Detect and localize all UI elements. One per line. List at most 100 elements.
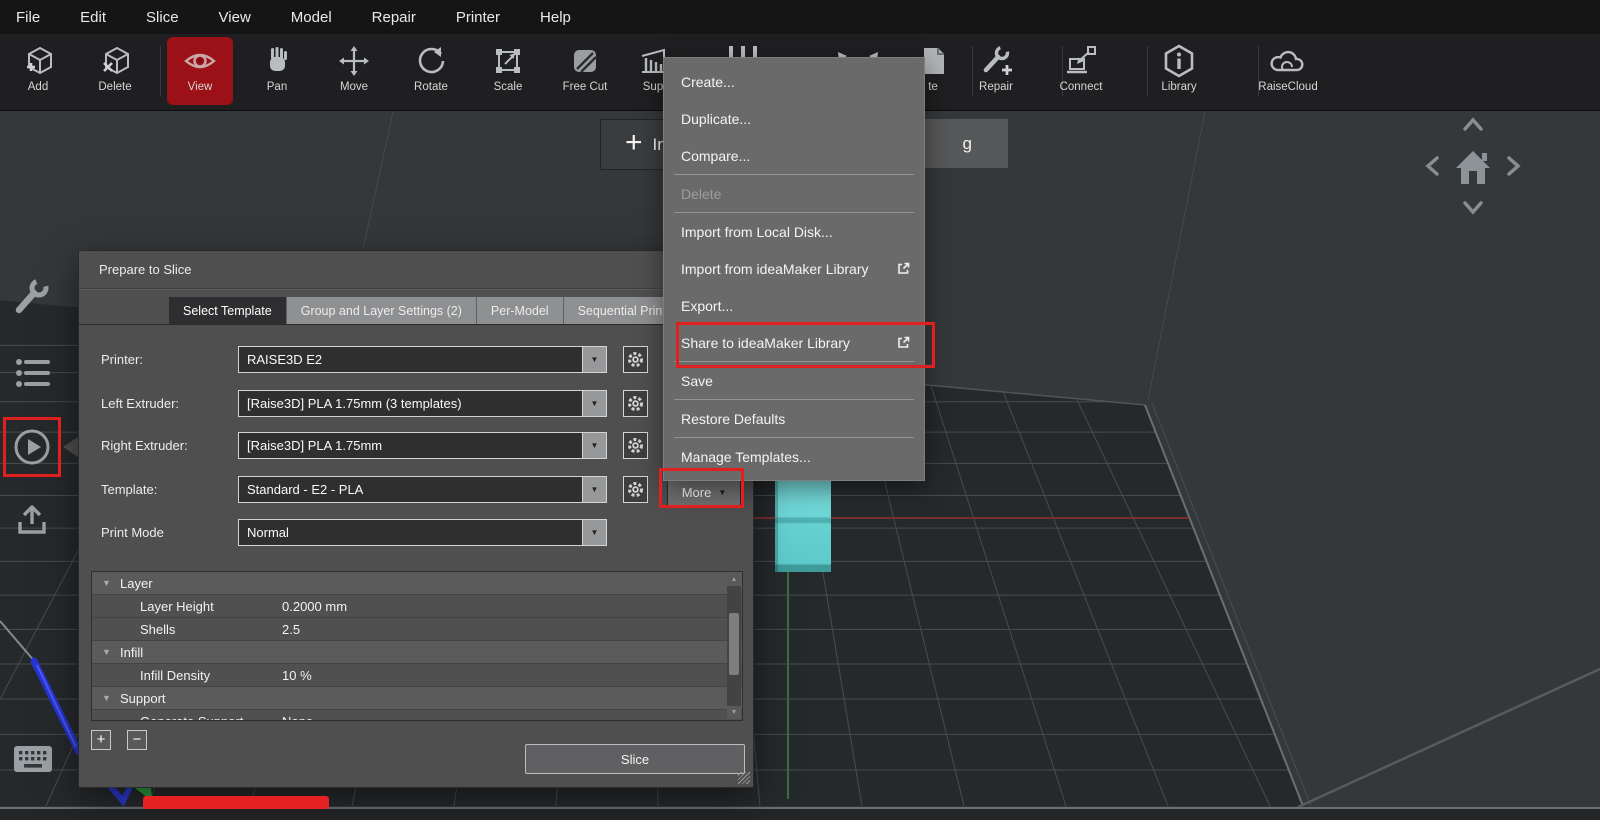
gear-icon: [628, 396, 643, 411]
menu-model[interactable]: Model: [291, 9, 332, 26]
scale-icon: [496, 49, 520, 73]
toolbar-repair-button[interactable]: Repair: [963, 37, 1029, 105]
view-navigation-pad: [1418, 112, 1528, 222]
external-link-icon: [898, 262, 910, 274]
settings-group-layer[interactable]: ▼ Layer: [92, 572, 742, 595]
printer-row: Printer: RAISE3D E2 ▼: [79, 346, 753, 373]
gear-icon: [628, 438, 643, 453]
menu-printer[interactable]: Printer: [456, 9, 500, 26]
menu-item-delete: Delete: [681, 185, 722, 202]
menu-item-create[interactable]: Create...: [664, 63, 924, 100]
toolbar-add-button[interactable]: Add: [5, 37, 71, 105]
chevron-up-icon[interactable]: [1462, 116, 1484, 132]
right-extruder-select[interactable]: [Raise3D] PLA 1.75mm ▼: [238, 432, 607, 459]
menu-item-import-ideamaker-library[interactable]: Import from ideaMaker Library: [664, 250, 924, 287]
menu-view[interactable]: View: [219, 9, 251, 26]
prepare-to-slice-dialog: Prepare to Slice Select Template Group a…: [78, 250, 754, 788]
collapse-triangle-icon[interactable]: ▼: [102, 647, 116, 657]
scroll-up-icon[interactable]: ▲: [727, 573, 741, 586]
tab-group-layer-settings[interactable]: Group and Layer Settings (2): [286, 297, 477, 324]
dropdown-arrow-icon[interactable]: ▼: [582, 520, 606, 545]
hand-icon: [270, 47, 287, 71]
toolbar-free-cut-button[interactable]: Free Cut: [549, 37, 621, 105]
plus-icon: +: [625, 126, 643, 159]
object-list-icon[interactable]: [12, 353, 52, 393]
tab-select-template[interactable]: Select Template: [169, 297, 287, 324]
menu-item-import-local-disk[interactable]: Import from Local Disk...: [664, 213, 924, 250]
gear-icon: [628, 482, 643, 497]
tab-per-model[interactable]: Per-Model: [476, 297, 564, 324]
settings-wrench-icon[interactable]: [12, 278, 52, 318]
left-extruder-gear-button[interactable]: [623, 390, 648, 417]
slice-button[interactable]: Slice: [525, 744, 745, 774]
template-select[interactable]: Standard - E2 - PLA ▼: [238, 476, 607, 503]
annotation-box-more-button: [659, 468, 744, 508]
add-setting-button[interactable]: +: [91, 730, 111, 750]
library-hexagon-icon: [1164, 44, 1194, 78]
chevron-right-icon[interactable]: [1506, 155, 1522, 177]
menu-bar: File Edit Slice View Model Repair Printe…: [0, 0, 1600, 34]
free-cut-icon: [574, 50, 597, 73]
eye-icon: [184, 53, 216, 69]
menu-item-export[interactable]: Export...: [664, 287, 924, 324]
left-extruder-row: Left Extruder: [Raise3D] PLA 1.75mm (3 t…: [79, 390, 753, 417]
menu-file[interactable]: File: [16, 9, 40, 26]
gear-icon: [628, 352, 643, 367]
toolbar-connect-button[interactable]: Connect: [1048, 37, 1114, 105]
settings-row-infill-density[interactable]: Infill Density 10 %: [92, 664, 742, 687]
rotate-arrows-icon: [418, 47, 445, 74]
chevron-down-icon[interactable]: [1462, 200, 1484, 216]
left-extruder-select[interactable]: [Raise3D] PLA 1.75mm (3 templates) ▼: [238, 390, 607, 417]
keyboard-icon[interactable]: [12, 742, 54, 776]
toolbar-library-button[interactable]: Library: [1146, 37, 1212, 105]
annotation-box-share-menu-item: [676, 322, 935, 368]
menu-slice[interactable]: Slice: [146, 9, 179, 26]
scroll-down-icon[interactable]: ▼: [727, 706, 741, 719]
settings-group-infill[interactable]: ▼ Infill: [92, 641, 742, 664]
toolbar-view-button[interactable]: View: [167, 37, 233, 105]
remove-setting-button[interactable]: −: [127, 730, 147, 750]
menu-repair[interactable]: Repair: [372, 9, 416, 26]
template-gear-button[interactable]: [623, 476, 648, 503]
dropdown-arrow-icon[interactable]: ▼: [582, 477, 606, 502]
settings-scrollbar[interactable]: ▲ ▼: [727, 573, 741, 719]
settings-row-shells[interactable]: Shells 2.5: [92, 618, 742, 641]
settings-row-generate-support[interactable]: Generate Support None: [92, 710, 742, 720]
toolbar-move-button[interactable]: Move: [321, 37, 387, 105]
toolbar-delete-button[interactable]: Delete: [82, 37, 148, 105]
add-cube-icon: [27, 46, 52, 75]
dropdown-arrow-icon[interactable]: ▼: [582, 347, 606, 372]
settings-row-layer-height[interactable]: Layer Height 0.2000 mm: [92, 595, 742, 618]
dialog-resize-grip[interactable]: [738, 772, 750, 784]
scrollbar-thumb[interactable]: [729, 613, 739, 675]
toolbar-scale-button[interactable]: Scale: [475, 37, 541, 105]
template-row: Template: Standard - E2 - PLA ▼: [79, 476, 753, 503]
toolbar-pan-button[interactable]: Pan: [244, 37, 310, 105]
toolbar-raisecloud-button[interactable]: RaiseCloud: [1248, 37, 1328, 105]
menu-help[interactable]: Help: [540, 9, 571, 26]
chevron-left-icon[interactable]: [1424, 155, 1440, 177]
printer-select[interactable]: RAISE3D E2 ▼: [238, 346, 607, 373]
menu-item-duplicate[interactable]: Duplicate...: [664, 100, 924, 137]
settings-group-support[interactable]: ▼ Support: [92, 687, 742, 710]
dialog-tabs: Select Template Group and Layer Settings…: [169, 297, 684, 324]
collapse-triangle-icon[interactable]: ▼: [102, 693, 116, 703]
toolbar-rotate-button[interactable]: Rotate: [398, 37, 464, 105]
repair-wrench-icon: [983, 45, 1012, 75]
template-more-menu: Create... Duplicate... Compare... Delete…: [663, 57, 925, 481]
cloud-icon: [1270, 50, 1304, 72]
menu-edit[interactable]: Edit: [80, 9, 106, 26]
export-upload-icon[interactable]: [12, 500, 52, 540]
menu-item-restore-defaults[interactable]: Restore Defaults: [664, 400, 924, 437]
connect-icon: [1067, 46, 1096, 74]
home-icon[interactable]: [1452, 145, 1494, 189]
menu-item-compare[interactable]: Compare...: [664, 137, 924, 174]
right-extruder-gear-button[interactable]: [623, 432, 648, 459]
printer-settings-gear-button[interactable]: [623, 346, 648, 373]
print-mode-select[interactable]: Normal ▼: [238, 519, 607, 546]
collapse-triangle-icon[interactable]: ▼: [102, 578, 116, 588]
model-object[interactable]: [775, 478, 831, 572]
secondary-top-button-label: g: [962, 133, 972, 153]
dropdown-arrow-icon[interactable]: ▼: [582, 433, 606, 458]
dropdown-arrow-icon[interactable]: ▼: [582, 391, 606, 416]
